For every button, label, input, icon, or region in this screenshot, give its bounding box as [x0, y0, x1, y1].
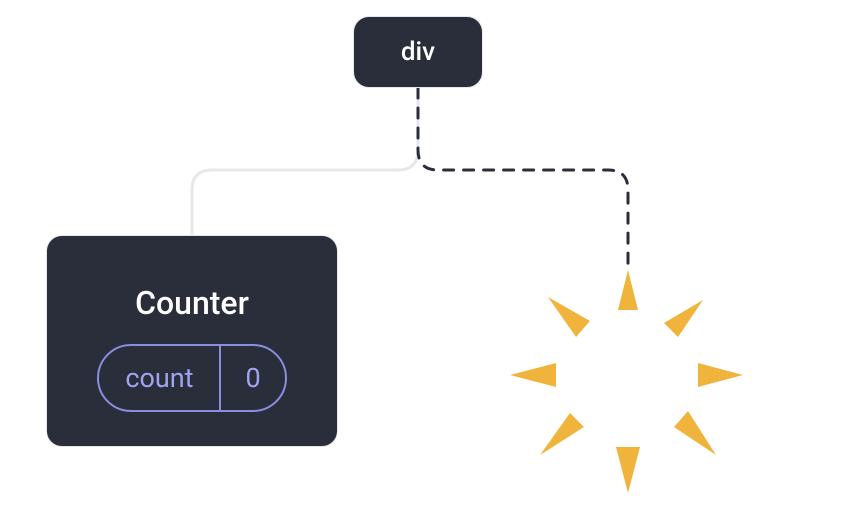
edge-root-to-burst [418, 88, 628, 268]
edge-root-to-counter [192, 88, 418, 235]
starburst-icon [498, 255, 758, 505]
counter-title: Counter [135, 284, 249, 322]
counter-node: Counter count 0 [46, 235, 338, 447]
state-value: 0 [221, 346, 284, 410]
root-node-div: div [353, 16, 483, 88]
state-pill: count 0 [97, 344, 286, 412]
state-label: count [99, 346, 221, 410]
root-node-label: div [401, 37, 435, 67]
diagram-canvas: div Counter count 0 [0, 0, 841, 505]
